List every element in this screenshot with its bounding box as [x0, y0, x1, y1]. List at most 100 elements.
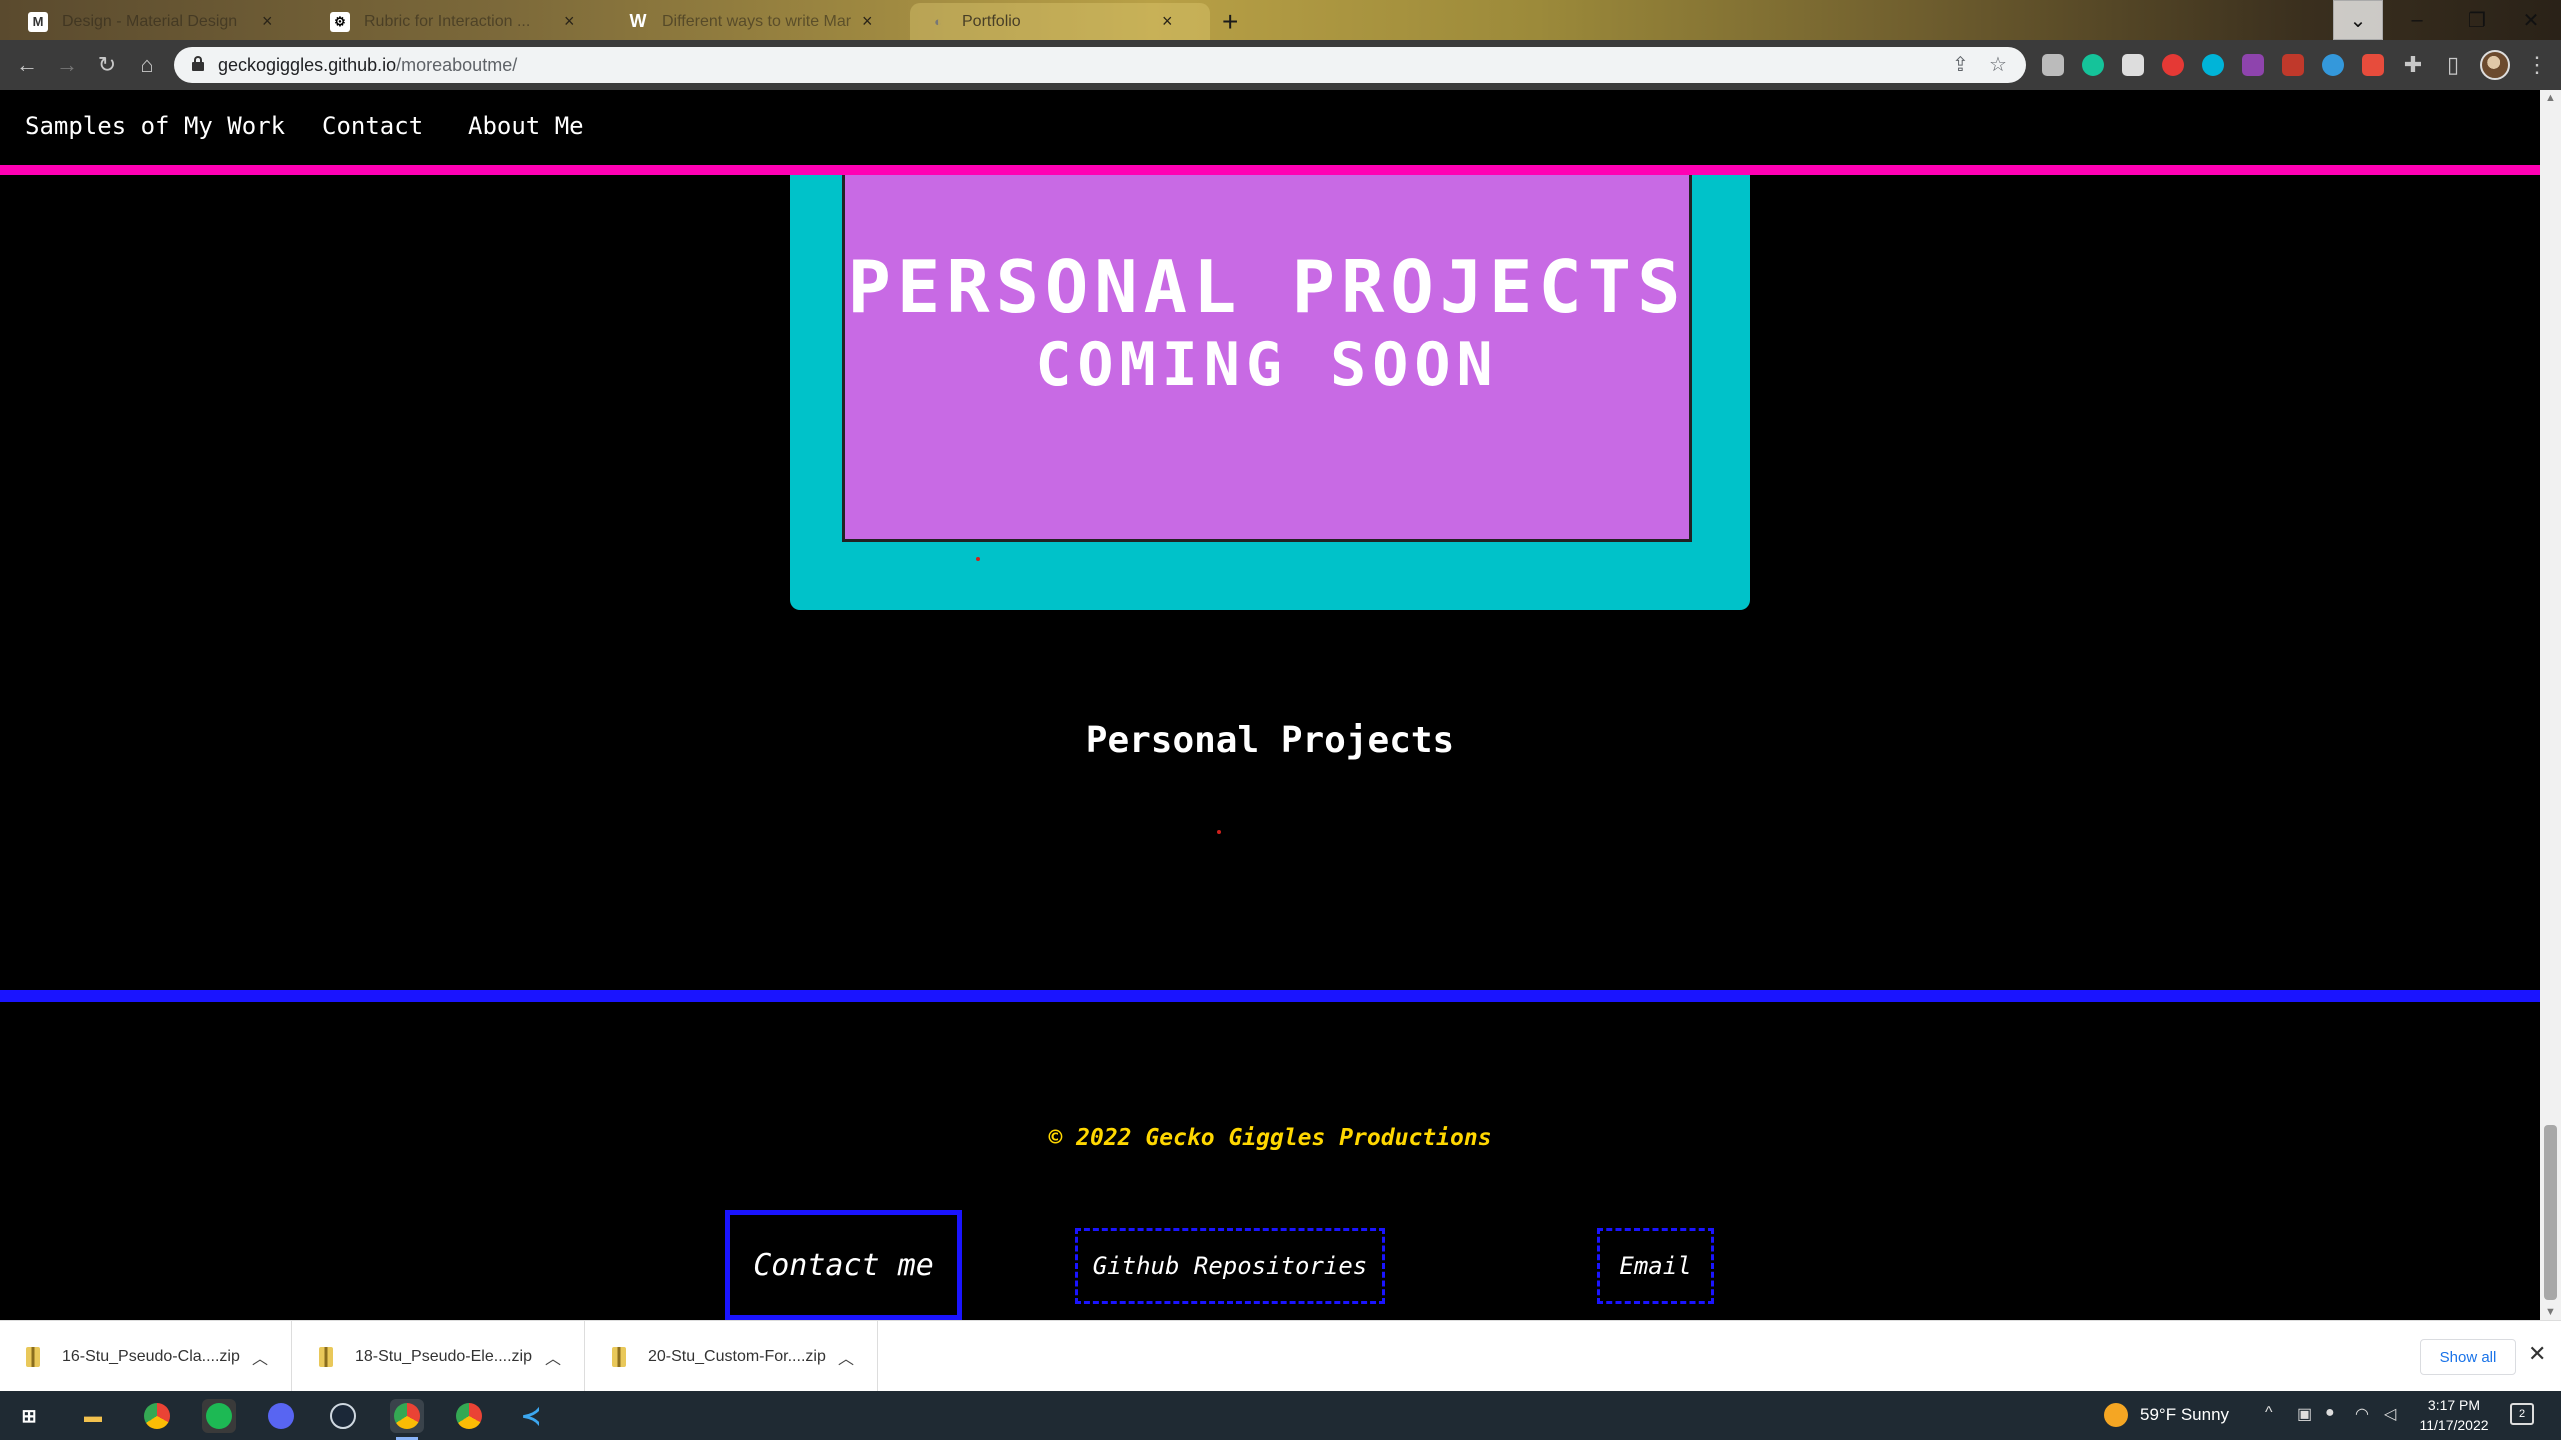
- puzzle-icon[interactable]: ✚: [2396, 48, 2430, 82]
- extension-icon[interactable]: [2242, 54, 2264, 76]
- browser-tab-4-active[interactable]: ◐ Portfolio ×: [910, 3, 1210, 40]
- home-icon[interactable]: ⌂: [130, 48, 164, 82]
- close-tab-icon[interactable]: ×: [262, 11, 273, 32]
- chrome-profile-icon[interactable]: [390, 1399, 424, 1440]
- close-downloads-icon[interactable]: ✕: [2528, 1341, 2546, 1367]
- extension-icon[interactable]: [2042, 54, 2064, 76]
- scrollbar-thumb[interactable]: [2544, 1125, 2557, 1300]
- tab-search-icon[interactable]: ⌄: [2333, 0, 2383, 40]
- close-window-icon[interactable]: ✕: [2501, 0, 2561, 40]
- chevron-up-icon[interactable]: ︿: [252, 1345, 268, 1369]
- tab-title: Design - Material Design: [62, 12, 238, 30]
- download-filename: 18-Stu_Pseudo-Ele....zip: [355, 1347, 532, 1365]
- close-tab-icon[interactable]: ×: [1162, 11, 1173, 32]
- notifications-icon[interactable]: 2: [2510, 1403, 2534, 1425]
- address-bar[interactable]: geckogiggles.github.io/moreaboutme/ ⇪ ☆: [174, 47, 2026, 83]
- download-filename: 16-Stu_Pseudo-Cla....zip: [62, 1347, 240, 1365]
- sun-icon: [2104, 1403, 2128, 1427]
- grammarly-icon[interactable]: [2082, 54, 2104, 76]
- tab-favicon-icon: ⚙: [330, 11, 350, 32]
- chevron-up-icon[interactable]: ︿: [545, 1345, 561, 1369]
- microphone-icon[interactable]: ●: [2325, 1404, 2335, 1422]
- nav-about-me[interactable]: About Me: [468, 112, 584, 140]
- nav-divider: [0, 165, 2540, 175]
- avatar[interactable]: [2480, 50, 2510, 80]
- bookmark-star-icon[interactable]: ☆: [1989, 52, 2007, 77]
- minimize-icon[interactable]: –: [2387, 0, 2447, 40]
- github-repositories-link[interactable]: Github Repositories: [1075, 1228, 1385, 1304]
- volume-icon[interactable]: ◁: [2384, 1404, 2396, 1424]
- new-tab-icon[interactable]: +: [1222, 6, 1238, 38]
- chrome-icon[interactable]: [140, 1399, 174, 1433]
- weather-text: 59°F Sunny: [2140, 1405, 2230, 1424]
- browser-tab-3[interactable]: W Different ways to write Markdown ×: [610, 3, 910, 40]
- clock-time: 3:17 PM: [2427, 1397, 2481, 1413]
- browser-tab-2[interactable]: ⚙ Rubric for Interaction ... ×: [312, 3, 612, 40]
- tab-favicon-icon: M: [28, 11, 48, 32]
- screen-title: PERSONAL PROJECTS: [847, 245, 1687, 329]
- close-tab-icon[interactable]: ×: [564, 11, 575, 32]
- discord-icon[interactable]: [264, 1399, 298, 1433]
- copyright-text: © 2022 Gecko Giggles Productions: [1048, 1125, 1492, 1151]
- forward-icon[interactable]: →: [50, 48, 84, 82]
- download-filename: 20-Stu_Custom-For....zip: [648, 1347, 826, 1365]
- url-text: geckogiggles.github.io/moreaboutme/: [218, 55, 518, 75]
- chrome-profile-2-icon[interactable]: [452, 1399, 486, 1433]
- weather-widget[interactable]: 59°F Sunny: [2104, 1403, 2229, 1427]
- restore-icon[interactable]: ❐: [2447, 0, 2507, 40]
- page-scrollbar[interactable]: ▲ ▼: [2540, 90, 2561, 1320]
- windows-start-icon[interactable]: ⊞: [12, 1399, 46, 1433]
- reload-icon[interactable]: ↻: [90, 48, 124, 82]
- download-item[interactable]: 20-Stu_Custom-For....zip ︿: [586, 1321, 878, 1392]
- steam-icon[interactable]: [326, 1399, 360, 1433]
- menu-kebab-icon[interactable]: ⋮: [2520, 48, 2554, 82]
- site-nav: Samples of My Work Contact About Me: [0, 90, 2540, 165]
- browser-tab-1[interactable]: M Design - Material Design ×: [10, 3, 310, 40]
- extension-icon[interactable]: [2122, 54, 2144, 76]
- file-explorer-icon[interactable]: ▬: [76, 1399, 110, 1433]
- vscode-icon[interactable]: ≺: [514, 1399, 548, 1433]
- zip-file-icon: [319, 1346, 333, 1367]
- footer-divider: [0, 990, 2540, 1002]
- back-icon[interactable]: ←: [10, 48, 44, 82]
- downloads-bar: 16-Stu_Pseudo-Cla....zip ︿ 18-Stu_Pseudo…: [0, 1320, 2561, 1392]
- extension-icon[interactable]: [2322, 54, 2344, 76]
- zip-file-icon: [26, 1346, 40, 1367]
- zip-file-icon: [612, 1346, 626, 1367]
- share-icon[interactable]: ⇪: [1952, 52, 1969, 77]
- monitor-power-light: [976, 557, 980, 561]
- retro-monitor: PERSONAL PROJECTS COMING SOON: [790, 175, 1750, 610]
- close-tab-icon[interactable]: ×: [862, 11, 873, 32]
- network-icon[interactable]: ◠: [2355, 1404, 2369, 1424]
- monitor-screen: PERSONAL PROJECTS COMING SOON: [842, 175, 1692, 542]
- nav-contact[interactable]: Contact: [322, 112, 423, 140]
- lock-icon[interactable]: [192, 56, 204, 71]
- system-clock[interactable]: 3:17 PM 11/17/2022: [2415, 1395, 2493, 1435]
- extension-icon[interactable]: [2202, 54, 2224, 76]
- tab-favicon-icon: W: [629, 11, 647, 31]
- download-item[interactable]: 16-Stu_Pseudo-Cla....zip ︿: [0, 1321, 292, 1392]
- email-link[interactable]: Email: [1597, 1228, 1714, 1304]
- extension-icon[interactable]: [2362, 54, 2384, 76]
- nav-samples-of-my-work[interactable]: Samples of My Work: [25, 112, 285, 140]
- spotify-icon[interactable]: [202, 1399, 236, 1433]
- tab-title: Different ways to write Markdown: [662, 12, 852, 30]
- tab-favicon-icon: ◐: [934, 14, 942, 29]
- device-icon[interactable]: ▣: [2297, 1404, 2312, 1424]
- extension-icon[interactable]: [2282, 54, 2304, 76]
- chevron-up-icon[interactable]: ^: [2265, 1404, 2273, 1422]
- scroll-down-icon[interactable]: ▼: [2545, 1306, 2556, 1318]
- contact-me-button[interactable]: Contact me: [725, 1210, 962, 1320]
- tab-title: Portfolio: [962, 12, 1021, 30]
- section-heading: Personal Projects: [1085, 720, 1455, 761]
- show-all-downloads-button[interactable]: Show all: [2420, 1339, 2516, 1375]
- chevron-up-icon[interactable]: ︿: [838, 1345, 854, 1369]
- extension-icon[interactable]: [2162, 54, 2184, 76]
- browser-toolbar: ← → ↻ ⌂ geckogiggles.github.io/moreabout…: [0, 40, 2561, 90]
- clock-date: 11/17/2022: [2419, 1417, 2489, 1433]
- decorative-dot: [1217, 830, 1221, 834]
- download-item[interactable]: 18-Stu_Pseudo-Ele....zip ︿: [293, 1321, 585, 1392]
- side-panel-icon[interactable]: ▯: [2436, 48, 2470, 82]
- tab-title: Rubric for Interaction ...: [364, 12, 531, 30]
- scroll-up-icon[interactable]: ▲: [2545, 92, 2556, 104]
